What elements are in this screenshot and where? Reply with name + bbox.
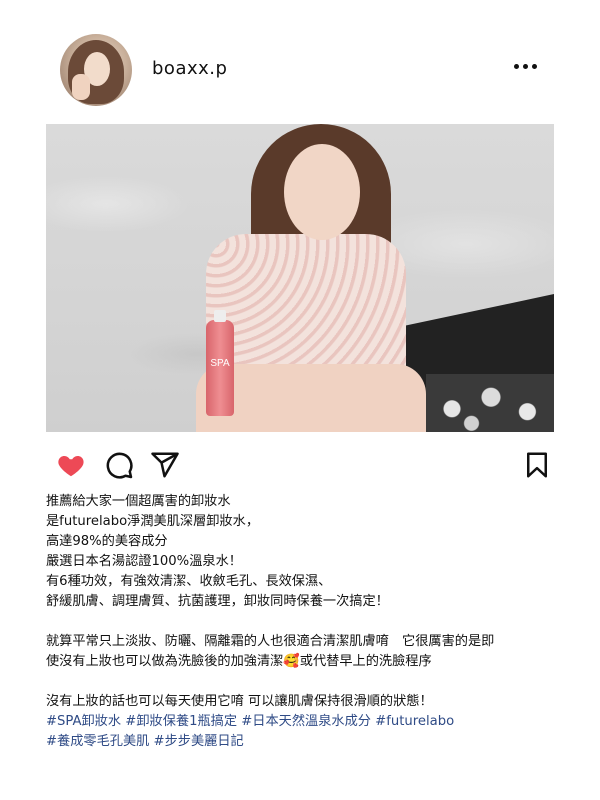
action-bar — [0, 446, 600, 486]
caption-line: 嚴選日本名湯認證100%溫泉水！ — [46, 554, 242, 569]
caption-line: 是futurelabo淨潤美肌深層卸妝水， — [46, 514, 260, 529]
more-options-icon[interactable] — [514, 60, 540, 72]
post-caption: 推薦給大家一個超厲害的卸妝水 是futurelabo淨潤美肌深層卸妝水， 高達9… — [46, 492, 558, 712]
like-button[interactable] — [56, 450, 86, 480]
username[interactable]: boaxx.p — [152, 58, 227, 79]
caption-line: 沒有上妝的話也可以每天使用它唷 可以讓肌膚保持很滑順的狀態！ — [46, 694, 433, 709]
comment-button[interactable] — [104, 450, 134, 480]
caption-line: 推薦給大家一個超厲害的卸妝水 — [46, 494, 231, 509]
hashtag-line[interactable]: #SPA卸妝水 #卸妝保養1瓶搞定 #日本天然溫泉水成分 #futurelabo — [46, 712, 558, 732]
post-header: boaxx.p — [0, 0, 600, 120]
hashtags: #SPA卸妝水 #卸妝保養1瓶搞定 #日本天然溫泉水成分 #futurelabo… — [46, 712, 558, 752]
avatar-hand — [72, 74, 90, 100]
bookmark-icon — [527, 452, 547, 478]
share-button[interactable] — [150, 450, 180, 480]
caption-line: 就算平常只上淡妝、防曬、隔離霜的人也很適合清潔肌膚唷 它很厲害的是即 — [46, 634, 495, 649]
save-button[interactable] — [522, 450, 552, 480]
send-icon — [151, 452, 179, 478]
caption-line: 有6種功效，有強效清潔、收斂毛孔、長效保濕、 — [46, 574, 332, 589]
caption-line: 使沒有上妝也可以做為洗臉後的加強清潔🥰或代替早上的洗臉程序 — [46, 654, 432, 669]
heart-filled-icon — [58, 456, 84, 477]
hashtag-line[interactable]: #養成零毛孔美肌 #步步美麗日記 — [46, 732, 558, 752]
caption-line: 高達98%的美容成分 — [46, 534, 168, 549]
avatar[interactable] — [60, 34, 132, 106]
caption-line: 舒緩肌膚、調理膚質、抗菌護理，卸妝同時保養一次搞定！ — [46, 594, 389, 609]
product-bottle: SPA — [206, 310, 234, 416]
pebbles — [426, 374, 554, 432]
comment-icon — [106, 452, 133, 479]
bottle-label: SPA — [210, 358, 230, 369]
person-face — [284, 144, 360, 240]
bottle-cap — [214, 310, 226, 322]
post-photo[interactable]: SPA — [46, 124, 554, 432]
